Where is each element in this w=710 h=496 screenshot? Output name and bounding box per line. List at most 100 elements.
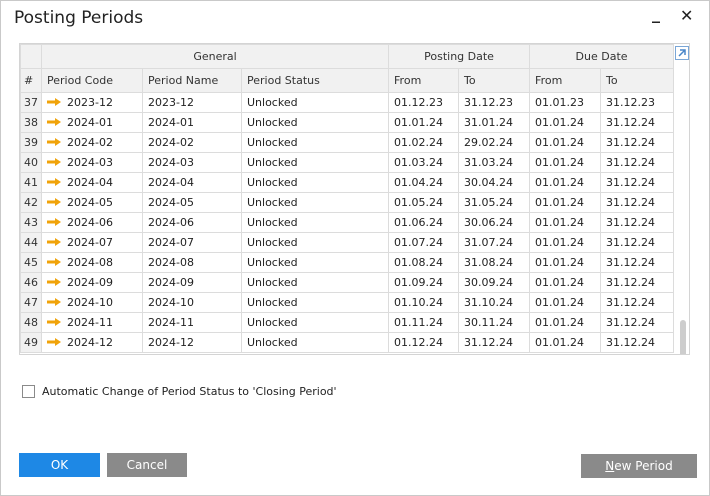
period-status-cell[interactable]: Unlocked bbox=[240, 112, 390, 133]
due-from-cell[interactable]: 01.01.24 bbox=[529, 332, 602, 353]
period-name-cell[interactable]: 2024-03 bbox=[142, 152, 242, 173]
posting-from-cell[interactable]: 01.04.24 bbox=[388, 172, 460, 193]
orange-arrow-icon[interactable] bbox=[46, 296, 67, 309]
period-code-cell[interactable]: 2024-07 bbox=[41, 232, 143, 253]
row-number[interactable]: 39 bbox=[20, 132, 42, 153]
period-code-cell[interactable]: 2024-06 bbox=[41, 212, 143, 233]
posting-from-cell[interactable]: 01.02.24 bbox=[388, 132, 460, 153]
table-row[interactable]: 39 2024-02 2024-02 Unlocked 01.02.24 29.02.24… bbox=[20, 132, 675, 153]
due-from-cell[interactable]: 01.01.24 bbox=[529, 292, 602, 313]
row-number[interactable]: 38 bbox=[20, 112, 42, 133]
due-to-cell[interactable]: 31.12.24 bbox=[600, 152, 675, 173]
table-row[interactable]: 37 2023-12 2023-12 Unlocked 01.12.23 31.12.23… bbox=[20, 92, 675, 113]
period-name-cell[interactable]: 2024-10 bbox=[142, 292, 242, 313]
period-status-cell[interactable]: Unlocked bbox=[240, 312, 390, 333]
due-to-cell[interactable]: 31.12.24 bbox=[600, 232, 675, 253]
period-status-cell[interactable]: Unlocked bbox=[240, 292, 390, 313]
orange-arrow-icon[interactable] bbox=[46, 276, 67, 289]
period-code-cell[interactable]: 2024-02 bbox=[41, 132, 143, 153]
row-number[interactable]: 47 bbox=[20, 292, 42, 313]
orange-arrow-icon[interactable] bbox=[46, 156, 67, 169]
due-from-cell[interactable]: 01.01.24 bbox=[529, 152, 602, 173]
due-to-cell[interactable]: 31.12.24 bbox=[600, 332, 675, 353]
period-code-cell[interactable]: 2024-04 bbox=[41, 172, 143, 193]
period-name-cell[interactable]: 2024-04 bbox=[142, 172, 242, 193]
posting-from-cell[interactable]: 01.07.24 bbox=[388, 232, 460, 253]
orange-arrow-icon[interactable] bbox=[46, 196, 67, 209]
due-to-cell[interactable]: 31.12.24 bbox=[600, 172, 675, 193]
due-from-cell[interactable]: 01.01.23 bbox=[529, 92, 602, 113]
posting-from-cell[interactable]: 01.01.24 bbox=[388, 112, 460, 133]
due-from-cell[interactable]: 01.01.24 bbox=[529, 192, 602, 213]
column-header-period-status[interactable]: Period Status bbox=[240, 68, 390, 93]
orange-arrow-icon[interactable] bbox=[46, 336, 67, 349]
posting-from-cell[interactable]: 01.09.24 bbox=[388, 272, 460, 293]
posting-from-cell[interactable]: 01.12.23 bbox=[388, 92, 460, 113]
cancel-button[interactable]: Cancel bbox=[107, 453, 187, 477]
posting-from-cell[interactable]: 01.03.24 bbox=[388, 152, 460, 173]
table-row[interactable]: 47 2024-10 2024-10 Unlocked 01.10.24 31.10.24… bbox=[20, 292, 675, 313]
new-period-button[interactable]: New Period bbox=[581, 454, 697, 478]
period-code-cell[interactable]: 2024-03 bbox=[41, 152, 143, 173]
row-number[interactable]: 41 bbox=[20, 172, 42, 193]
period-code-cell[interactable]: 2024-08 bbox=[41, 252, 143, 273]
posting-from-cell[interactable]: 01.12.24 bbox=[388, 332, 460, 353]
period-code-cell[interactable]: 2024-10 bbox=[41, 292, 143, 313]
ok-button[interactable]: OK bbox=[19, 453, 100, 477]
due-from-cell[interactable]: 01.01.24 bbox=[529, 312, 602, 333]
period-status-cell[interactable]: Unlocked bbox=[240, 272, 390, 293]
due-to-cell[interactable]: 31.12.24 bbox=[600, 192, 675, 213]
row-number[interactable]: 48 bbox=[20, 312, 42, 333]
posting-to-cell[interactable]: 31.10.24 bbox=[458, 292, 531, 313]
period-code-cell[interactable]: 2024-09 bbox=[41, 272, 143, 293]
period-name-cell[interactable]: 2024-06 bbox=[142, 212, 242, 233]
period-code-cell[interactable]: 2024-12 bbox=[41, 332, 143, 353]
orange-arrow-icon[interactable] bbox=[46, 176, 67, 189]
table-row[interactable]: 40 2024-03 2024-03 Unlocked 01.03.24 31.03.24… bbox=[20, 152, 675, 173]
period-code-cell[interactable]: 2024-01 bbox=[41, 112, 143, 133]
period-status-cell[interactable]: Unlocked bbox=[240, 132, 390, 153]
due-from-cell[interactable]: 01.01.24 bbox=[529, 112, 602, 133]
orange-arrow-icon[interactable] bbox=[46, 316, 67, 329]
posting-to-cell[interactable]: 31.08.24 bbox=[458, 252, 531, 273]
table-row[interactable]: 38 2024-01 2024-01 Unlocked 01.01.24 31.01.24… bbox=[20, 112, 675, 133]
due-to-cell[interactable]: 31.12.24 bbox=[600, 312, 675, 333]
posting-to-cell[interactable]: 30.09.24 bbox=[458, 272, 531, 293]
posting-from-cell[interactable]: 01.11.24 bbox=[388, 312, 460, 333]
row-number[interactable]: 45 bbox=[20, 252, 42, 273]
row-number[interactable]: 40 bbox=[20, 152, 42, 173]
posting-to-cell[interactable]: 30.06.24 bbox=[458, 212, 531, 233]
close-button[interactable]: ✕ bbox=[680, 6, 693, 25]
row-number[interactable]: 37 bbox=[20, 92, 42, 113]
posting-to-cell[interactable]: 29.02.24 bbox=[458, 132, 531, 153]
column-header-posting-to[interactable]: To bbox=[458, 68, 531, 93]
posting-to-cell[interactable]: 30.04.24 bbox=[458, 172, 531, 193]
period-status-cell[interactable]: Unlocked bbox=[240, 232, 390, 253]
period-name-cell[interactable]: 2024-09 bbox=[142, 272, 242, 293]
posting-to-cell[interactable]: 31.05.24 bbox=[458, 192, 531, 213]
due-from-cell[interactable]: 01.01.24 bbox=[529, 172, 602, 193]
due-to-cell[interactable]: 31.12.24 bbox=[600, 112, 675, 133]
period-name-cell[interactable]: 2023-12 bbox=[142, 92, 242, 113]
period-name-cell[interactable]: 2024-02 bbox=[142, 132, 242, 153]
period-name-cell[interactable]: 2024-11 bbox=[142, 312, 242, 333]
period-status-cell[interactable]: Unlocked bbox=[240, 332, 390, 353]
due-to-cell[interactable]: 31.12.24 bbox=[600, 292, 675, 313]
column-header-due-from[interactable]: From bbox=[529, 68, 602, 93]
due-from-cell[interactable]: 01.01.24 bbox=[529, 232, 602, 253]
table-row[interactable]: 48 2024-11 2024-11 Unlocked 01.11.24 30.11.24… bbox=[20, 312, 675, 333]
minimize-button[interactable]: _ bbox=[652, 4, 660, 23]
table-row[interactable]: 42 2024-05 2024-05 Unlocked 01.05.24 31.05.24… bbox=[20, 192, 675, 213]
period-status-cell[interactable]: Unlocked bbox=[240, 212, 390, 233]
orange-arrow-icon[interactable] bbox=[46, 116, 67, 129]
scrollbar-thumb[interactable] bbox=[680, 320, 686, 354]
table-row[interactable]: 45 2024-08 2024-08 Unlocked 01.08.24 31.08.24… bbox=[20, 252, 675, 273]
column-header-due-to[interactable]: To bbox=[600, 68, 675, 93]
period-name-cell[interactable]: 2024-12 bbox=[142, 332, 242, 353]
posting-to-cell[interactable]: 30.11.24 bbox=[458, 312, 531, 333]
period-code-cell[interactable]: 2023-12 bbox=[41, 92, 143, 113]
row-number[interactable]: 42 bbox=[20, 192, 42, 213]
posting-from-cell[interactable]: 01.05.24 bbox=[388, 192, 460, 213]
due-to-cell[interactable]: 31.12.24 bbox=[600, 272, 675, 293]
orange-arrow-icon[interactable] bbox=[46, 256, 67, 269]
